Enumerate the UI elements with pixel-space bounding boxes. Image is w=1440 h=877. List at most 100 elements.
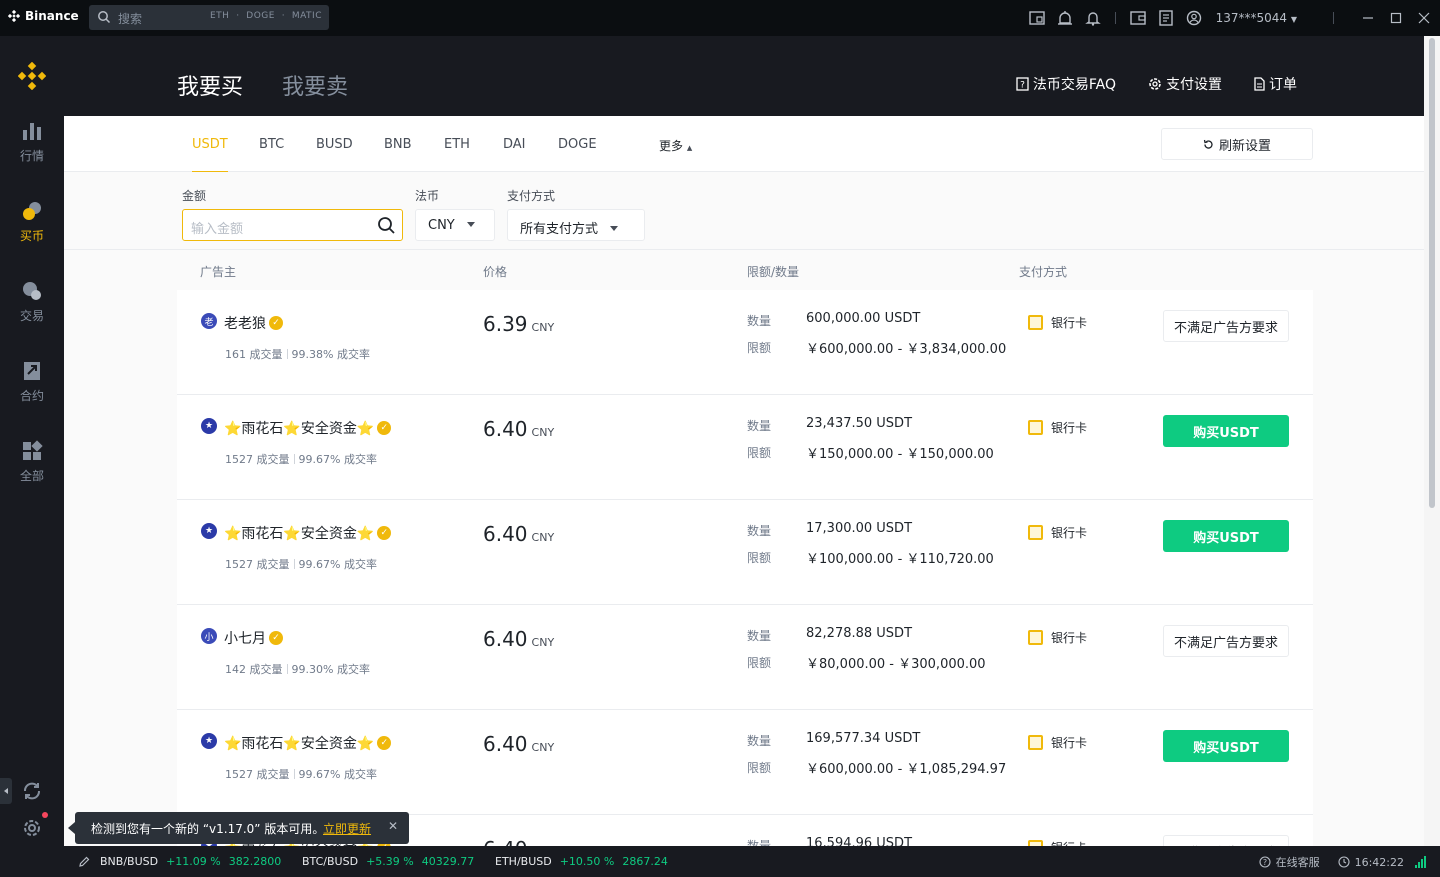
- ticker-pair: BTC/BUSD: [302, 855, 359, 868]
- edit-icon[interactable]: [78, 856, 90, 868]
- ticker-change: +5.39 %: [366, 855, 414, 868]
- row-action-button[interactable]: 购买USDT: [1163, 520, 1289, 552]
- payment-method-text: 银行卡: [1051, 839, 1087, 846]
- coin-tab-busd[interactable]: BUSD: [316, 137, 353, 152]
- quantity-label: 数量: [747, 314, 772, 328]
- scrollbar[interactable]: [1424, 36, 1440, 846]
- settings-icon[interactable]: [21, 817, 43, 839]
- document-icon: [1158, 10, 1173, 26]
- completion-rate: 99.67% 成交率: [298, 768, 377, 781]
- faq-link[interactable]: ? 法币交易FAQ: [1016, 74, 1116, 94]
- ad-list: 老 老老狼 ✓ 161 成交量 99.38% 成交率 6.39 CNY 数量 600,…: [177, 290, 1313, 846]
- avatar[interactable]: ★: [201, 733, 217, 749]
- more-coins-button[interactable]: 更多 ▲: [659, 137, 692, 154]
- coin-tab-bnb[interactable]: BNB: [384, 137, 412, 152]
- bank-card-icon: [1028, 420, 1043, 435]
- minimize-button[interactable]: [1354, 0, 1382, 36]
- scrollbar-thumb[interactable]: [1429, 38, 1435, 508]
- profile-button[interactable]: [1180, 0, 1208, 36]
- maximize-button[interactable]: [1382, 0, 1410, 36]
- search-tag[interactable]: MATIC: [292, 11, 322, 21]
- row-action-button[interactable]: 不满足广告方要求: [1163, 625, 1289, 657]
- row-action-label: 不满足广告方要求: [1173, 635, 1278, 651]
- search-tag[interactable]: ETH: [210, 11, 229, 21]
- refresh-settings-button[interactable]: 刷新设置: [1161, 128, 1313, 160]
- sidebar-item-contract[interactable]: 合约: [0, 360, 64, 420]
- row-action-button[interactable]: 购买USDT: [1163, 415, 1289, 447]
- layout-button[interactable]: [1023, 0, 1051, 36]
- avatar-initial: ★: [204, 736, 214, 746]
- tag-divider: ·: [278, 11, 289, 21]
- ticker-price: 382.2800: [228, 855, 282, 868]
- advertiser-name[interactable]: 老老狼 ✓: [224, 313, 283, 333]
- sidebar-item-buy[interactable]: 买币: [0, 200, 64, 260]
- avatar[interactable]: 老: [201, 313, 217, 329]
- sidebar-item-all[interactable]: 全部: [0, 440, 64, 500]
- avatar-initial: 小: [204, 632, 214, 643]
- row-action-button[interactable]: 不满足广告方要求: [1163, 310, 1289, 342]
- notification-button[interactable]: [1079, 0, 1107, 36]
- close-icon[interactable]: ✕: [388, 819, 398, 833]
- grid-icon: [23, 440, 43, 460]
- fiat-label: 法币: [415, 189, 440, 203]
- tab-buy[interactable]: 我要买: [177, 69, 243, 101]
- amount-input[interactable]: 输入金额: [182, 209, 403, 241]
- layout-icon: [1028, 11, 1045, 25]
- sidebar-item-trade[interactable]: 交易: [0, 280, 64, 340]
- wallet-button[interactable]: [1124, 0, 1152, 36]
- stats-divider: [293, 769, 295, 779]
- advertiser-name[interactable]: 小七月 ✓: [224, 628, 283, 648]
- completion-rate: 99.30% 成交率: [291, 663, 370, 676]
- row-action-label: 购买USDT: [1193, 425, 1259, 441]
- order-count: 1527 成交量: [225, 453, 290, 466]
- advertiser-name-text: ⭐雨花石⭐安全资金⭐: [224, 421, 375, 437]
- coin-tab-dai[interactable]: DAI: [503, 137, 526, 152]
- search-tag[interactable]: DOGE: [246, 11, 275, 21]
- payment-settings-link[interactable]: 支付设置: [1148, 74, 1222, 94]
- coin-tab-btc[interactable]: BTC: [259, 137, 284, 152]
- account-menu[interactable]: 137***5044 ▼: [1216, 11, 1297, 25]
- advertiser-name[interactable]: ⭐雨花石⭐安全资金⭐✓: [224, 733, 392, 753]
- update-now-link[interactable]: 立即更新: [323, 820, 371, 837]
- sync-icon[interactable]: [21, 780, 43, 802]
- coin-tab-usdt[interactable]: USDT: [192, 137, 228, 173]
- quantity-value: 23,437.50 USDT: [806, 416, 913, 431]
- coin-tab-doge[interactable]: DOGE: [558, 137, 597, 152]
- orders-button[interactable]: [1152, 0, 1180, 36]
- row-action-button[interactable]: 不满足广告方要求: [1163, 835, 1289, 846]
- tab-sell[interactable]: 我要卖: [282, 69, 348, 101]
- document-icon: [1254, 77, 1265, 91]
- fiat-value: CNY: [428, 218, 455, 233]
- limit-label: 限额: [747, 551, 772, 565]
- advertiser-name[interactable]: ⭐雨花石⭐安全资金⭐✓: [224, 523, 392, 543]
- ticker-bnb[interactable]: BNB/BUSD +11.09 % 382.2800: [100, 855, 281, 868]
- search-icon[interactable]: [377, 216, 396, 235]
- advertiser-stats: 1527 成交量 99.67% 成交率: [225, 451, 377, 467]
- fiat-select[interactable]: CNY: [415, 209, 495, 241]
- coin-tab-eth[interactable]: ETH: [444, 137, 470, 152]
- avatar[interactable]: ★: [201, 523, 217, 539]
- orders-link[interactable]: 订单: [1254, 74, 1297, 94]
- stats-divider: [293, 454, 295, 464]
- avatar[interactable]: ★: [201, 418, 217, 434]
- alert-button[interactable]: [1051, 0, 1079, 36]
- advertiser-name[interactable]: ⭐雨花石⭐安全资金⭐✓: [224, 418, 392, 438]
- row-action-button[interactable]: 购买USDT: [1163, 730, 1289, 762]
- support-link[interactable]: ? 在线客服: [1259, 854, 1320, 870]
- ticker-btc[interactable]: BTC/BUSD +5.39 % 40329.77: [302, 855, 474, 868]
- limit-value: ￥150,000.00 - ￥150,000.00: [806, 447, 994, 462]
- search-box[interactable]: 搜索 ETH · DOGE · MATIC: [89, 5, 329, 30]
- update-toast: 检测到您有一个新的 “v1.17.0” 版本可用。 立即更新 ✕: [68, 812, 409, 844]
- user-icon: [1186, 10, 1201, 26]
- close-button[interactable]: [1410, 0, 1438, 36]
- sidebar-collapse-button[interactable]: [0, 778, 12, 804]
- avatar[interactable]: 小: [201, 628, 217, 644]
- more-label: 更多: [659, 139, 684, 153]
- sidebar-item-market[interactable]: 行情: [0, 120, 64, 180]
- price-currency: CNY: [531, 636, 555, 649]
- payment-method-select[interactable]: 所有支付方式: [507, 209, 645, 241]
- ticker-eth[interactable]: ETH/BUSD +10.50 % 2867.24: [495, 855, 668, 868]
- binance-logo-icon[interactable]: [18, 62, 46, 90]
- ticker-pair: ETH/BUSD: [495, 855, 552, 868]
- filter-bar: 金额 法币 支付方式 输入金额 CNY 所有支付方式: [64, 172, 1424, 250]
